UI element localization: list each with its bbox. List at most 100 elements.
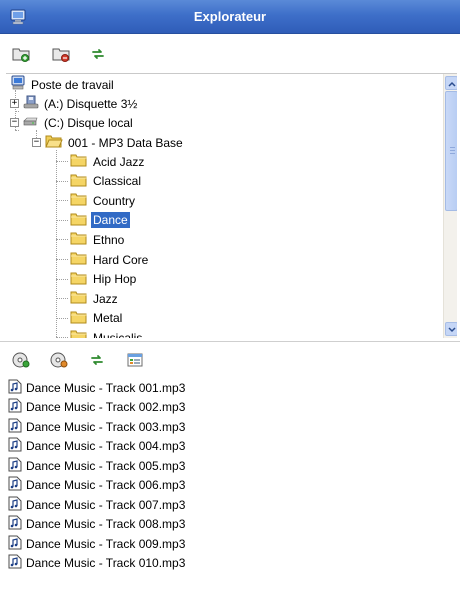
folder-icon: [70, 153, 88, 170]
scroll-thumb[interactable]: [445, 91, 457, 211]
file-list-item[interactable]: Dance Music - Track 001.mp3: [8, 378, 448, 398]
folder-icon: [70, 231, 88, 248]
scroll-down-button[interactable]: [445, 322, 457, 336]
computer-icon: [10, 75, 26, 94]
file-list-item[interactable]: Dance Music - Track 008.mp3: [8, 515, 448, 535]
audio-file-icon: [8, 418, 22, 436]
view-details-button[interactable]: [124, 351, 146, 371]
audio-file-icon: [8, 496, 22, 514]
cd-icon: [12, 351, 30, 372]
tree-node-drive-a[interactable]: + (A:) Disquette 3½: [10, 94, 139, 113]
tree-node-genre[interactable]: Musicalis: [70, 328, 144, 338]
folder-icon: [70, 310, 88, 327]
chevron-up-icon: [447, 76, 456, 90]
file-name: Dance Music - Track 005.mp3: [26, 458, 186, 473]
tree-node-genre[interactable]: Country: [70, 191, 137, 210]
tree-node-label: Hip Hop: [93, 272, 137, 287]
chevron-down-icon: [447, 322, 456, 336]
folder-icon: [70, 212, 88, 229]
panel-splitter[interactable]: [0, 341, 460, 344]
file-list-item[interactable]: Dance Music - Track 006.mp3: [8, 476, 448, 496]
tree-node-mp3-database[interactable]: − 001 - MP3 Data Base: [32, 133, 185, 152]
tree-line: [56, 278, 68, 280]
tree-node-label: (A:) Disquette 3½: [44, 96, 138, 111]
cd-button[interactable]: [10, 351, 32, 371]
file-name: Dance Music - Track 002.mp3: [26, 400, 186, 415]
tree-node-computer[interactable]: Poste de travail: [10, 75, 116, 94]
new-folder-button[interactable]: [10, 45, 32, 65]
new-folder-icon: [12, 46, 30, 65]
tree-node-genre[interactable]: Hard Core: [70, 250, 150, 269]
refresh-tree-button[interactable]: [87, 45, 109, 65]
file-list-item[interactable]: Dance Music - Track 007.mp3: [8, 495, 448, 515]
tree-node-label: 001 - MP3 Data Base: [68, 135, 183, 150]
folder-icon: [70, 173, 88, 190]
window-title: Explorateur: [193, 9, 267, 24]
tree-node-label: Dance: [91, 212, 130, 229]
file-list-item[interactable]: Dance Music - Track 003.mp3: [8, 417, 448, 437]
collapse-toggle[interactable]: −: [10, 118, 19, 127]
tree-node-genre[interactable]: Classical: [70, 172, 143, 191]
file-toolbar: [0, 346, 460, 376]
tree-node-genre[interactable]: Jazz: [70, 289, 120, 308]
folder-icon: [70, 290, 88, 307]
audio-file-icon: [8, 476, 22, 494]
tree-node-label: Musicalis: [93, 330, 143, 338]
file-name: Dance Music - Track 001.mp3: [26, 380, 186, 395]
refresh-icon: [90, 46, 106, 65]
title-bar: Explorateur: [0, 0, 460, 34]
audio-file-icon: [8, 437, 22, 455]
tree-node-genre[interactable]: Dance: [70, 211, 130, 230]
refresh-files-button[interactable]: [86, 351, 108, 371]
tree-node-label: (C:) Disque local: [44, 115, 133, 130]
tree-line: [56, 317, 68, 319]
collapse-toggle[interactable]: −: [32, 138, 41, 147]
refresh-icon: [89, 352, 105, 371]
tree-node-label: Classical: [93, 174, 142, 189]
file-name: Dance Music - Track 004.mp3: [26, 439, 186, 454]
tree-scrollbar[interactable]: [443, 74, 457, 338]
file-list-item[interactable]: Dance Music - Track 010.mp3: [8, 554, 448, 574]
file-list[interactable]: Dance Music - Track 001.mp3 Dance Music -…: [8, 378, 448, 573]
tree-node-genre[interactable]: Acid Jazz: [70, 152, 146, 171]
expand-toggle[interactable]: +: [10, 99, 19, 108]
file-list-item[interactable]: Dance Music - Track 009.mp3: [8, 534, 448, 554]
tree-line: [56, 298, 68, 300]
file-name: Dance Music - Track 008.mp3: [26, 517, 186, 532]
file-list-item[interactable]: Dance Music - Track 004.mp3: [8, 437, 448, 457]
tree-node-genre[interactable]: Ethno: [70, 230, 126, 249]
file-list-item[interactable]: Dance Music - Track 002.mp3: [8, 398, 448, 418]
cd-remove-button[interactable]: [48, 351, 70, 371]
cd-remove-icon: [50, 351, 68, 372]
tree-node-genre[interactable]: Hip Hop: [70, 270, 138, 289]
folder-icon: [70, 329, 88, 338]
tree-content: Poste de travail + (A:) Disquette 3½ − (…: [6, 74, 442, 338]
file-name: Dance Music - Track 007.mp3: [26, 497, 186, 512]
audio-file-icon: [8, 554, 22, 572]
tree-node-label: Poste de travail: [31, 77, 114, 92]
scroll-up-button[interactable]: [445, 76, 457, 90]
tree-node-genre[interactable]: Metal: [70, 309, 124, 328]
audio-file-icon: [8, 535, 22, 553]
tree-node-drive-c[interactable]: − (C:) Disque local: [10, 113, 135, 132]
audio-file-icon: [8, 457, 22, 475]
tree-line: [56, 150, 57, 338]
folder-icon: [70, 192, 88, 209]
delete-folder-icon: [52, 46, 70, 65]
file-name: Dance Music - Track 006.mp3: [26, 478, 186, 493]
folder-tree[interactable]: Poste de travail + (A:) Disquette 3½ − (…: [6, 73, 457, 338]
file-list-item[interactable]: Dance Music - Track 005.mp3: [8, 456, 448, 476]
audio-file-icon: [8, 515, 22, 533]
delete-folder-button[interactable]: [50, 45, 72, 65]
floppy-drive-icon: [23, 94, 39, 113]
tree-line: [56, 259, 68, 260]
file-name: Dance Music - Track 009.mp3: [26, 536, 186, 551]
tree-node-label: Country: [93, 193, 136, 208]
audio-file-icon: [8, 398, 22, 416]
tree-line: [56, 219, 68, 221]
tree-line: [56, 161, 68, 162]
tree-node-label: Hard Core: [93, 252, 149, 267]
tree-node-label: Metal: [93, 311, 123, 326]
folder-icon: [70, 251, 88, 268]
tree-line: [56, 180, 68, 182]
